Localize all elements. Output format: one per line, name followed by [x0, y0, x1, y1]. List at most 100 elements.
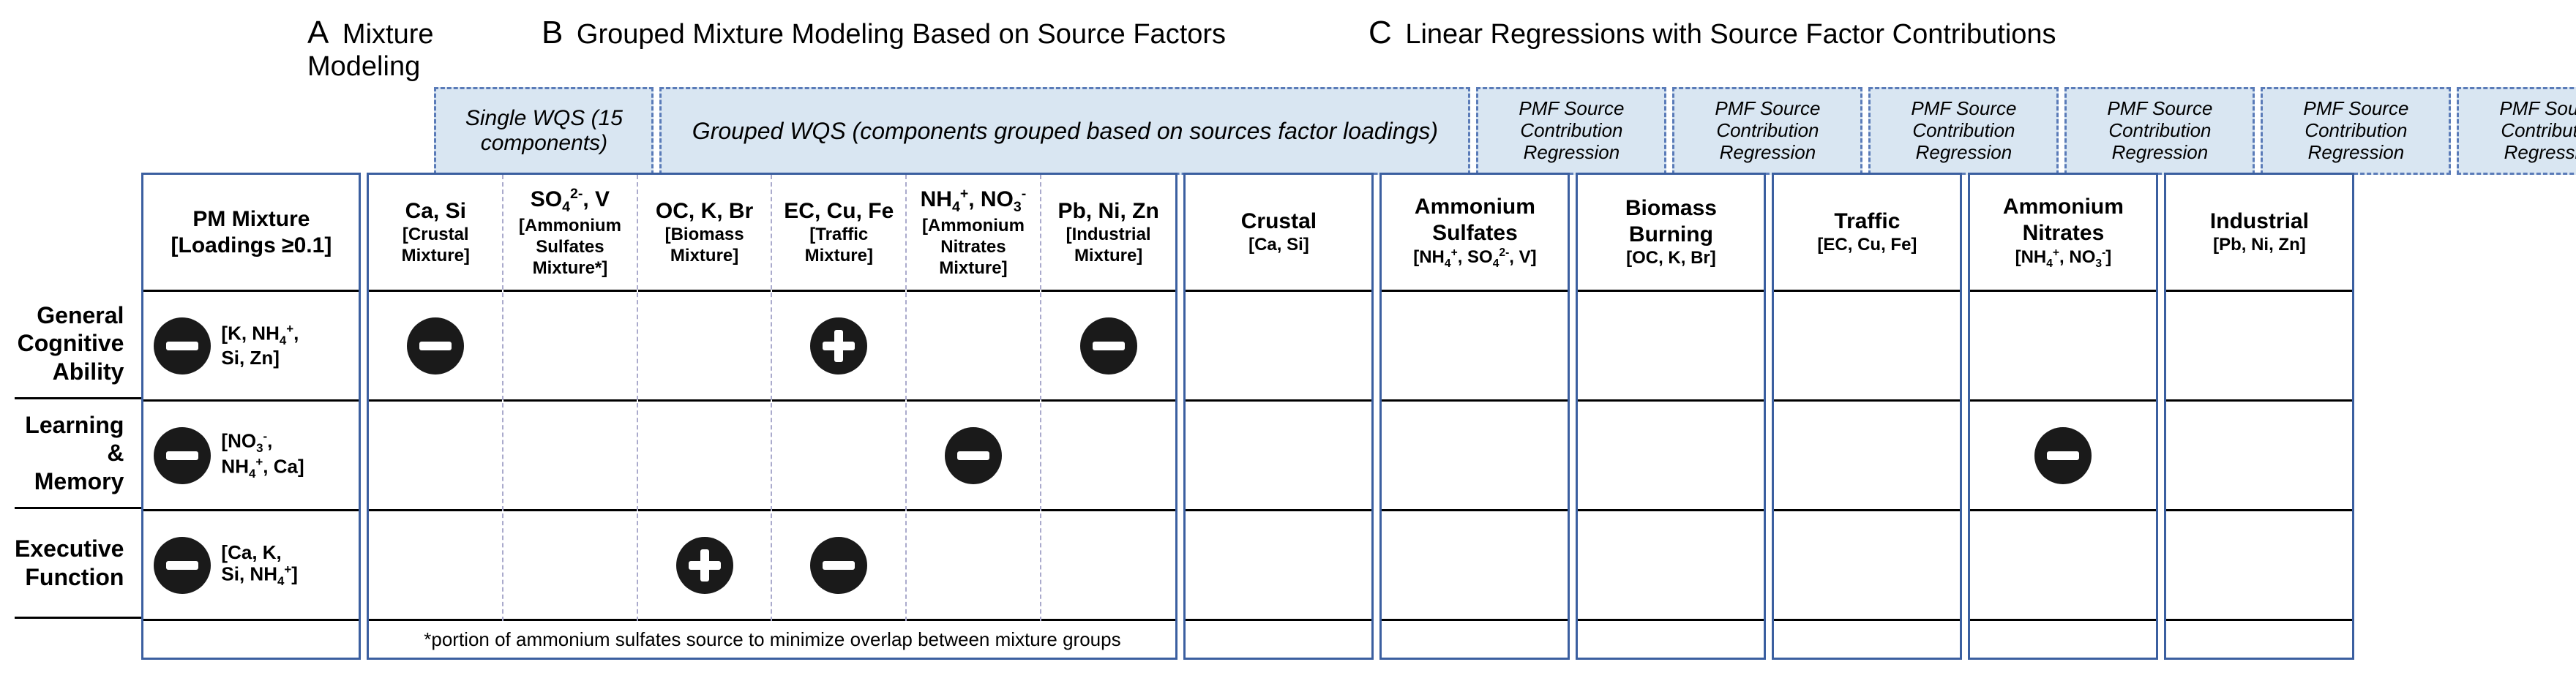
head-c3: Biomass Burning [OC, K, Br] — [1578, 175, 1764, 292]
cell-b5-r2 — [907, 402, 1040, 511]
cell-b5-r1 — [907, 292, 1040, 402]
plus-icon — [810, 317, 867, 375]
minus-icon — [154, 427, 211, 484]
col-c-industrial: Industrial [Pb, Ni, Zn] — [2164, 173, 2354, 660]
col-head-pm-title: PM Mixture — [192, 206, 310, 233]
minus-icon — [1080, 317, 1137, 375]
minus-icon — [154, 537, 211, 594]
plus-icon — [676, 537, 733, 594]
section-b-letter: B — [542, 15, 563, 50]
head-b5-s: [Ammonium Nitrates Mixture] — [911, 216, 1036, 279]
pm-r3-label: [Ca, K,Si, NH4+] — [221, 542, 298, 588]
cell-c4-r1 — [1774, 292, 1960, 402]
pm-r2-label: [NO3-,NH4+, Ca] — [221, 430, 304, 481]
main-grid: General Cognitive Ability Learning & Mem… — [15, 87, 2561, 660]
row-labels-column: General Cognitive Ability Learning & Mem… — [15, 87, 141, 660]
cell-c5-r3 — [1970, 511, 2156, 621]
col-c-crustal: Crustal [Ca, Si] — [1183, 173, 1374, 660]
col-c-ammsulf: Ammonium Sulfates [NH4+, SO42-, V] — [1379, 173, 1570, 660]
cell-c6-r2 — [2166, 402, 2352, 511]
head-b1-t: Ca, Si — [405, 198, 466, 225]
head-b6-s: [Industrial Mixture] — [1046, 225, 1172, 267]
cell-c2-r3 — [1382, 511, 1568, 621]
footnote: *portion of ammonium sulfates source to … — [369, 621, 1175, 658]
head-b2: SO42-, V [Ammonium Sulfates Mixture*] — [503, 175, 637, 292]
section-c-text: Linear Regressions with Source Factor Co… — [1405, 19, 2056, 50]
subcol-ammsulf: SO42-, V [Ammonium Sulfates Mixture*] — [503, 175, 638, 621]
head-b1: Ca, Si [Crustal Mixture] — [369, 175, 502, 292]
pm-r1-label: [K, NH4+,Si, Zn] — [221, 323, 299, 369]
section-c-title: C Linear Regressions with Source Factor … — [1368, 15, 2561, 83]
head-c6-s: [Pb, Ni, Zn] — [2213, 235, 2306, 256]
subcol-biomass: OC, K, Br [Biomass Mixture] — [638, 175, 773, 621]
cell-c4-r3 — [1774, 511, 1960, 621]
cell-b1-r1 — [369, 292, 502, 402]
dashed-single-wqs: Single WQS (15 components) — [434, 87, 654, 175]
head-c5-t: Ammonium Nitrates — [1974, 194, 2152, 246]
head-b5: NH4+, NO3- [Ammonium Nitrates Mixture] — [907, 175, 1040, 292]
head-c1: Crustal [Ca, Si] — [1186, 175, 1371, 292]
dashed-pmf-1: PMF Source Contribution Regression — [1476, 87, 1666, 175]
col-head-pm-sub: [Loadings ≥0.1] — [171, 233, 332, 259]
cell-b2-r1 — [503, 292, 637, 402]
dashed-pmf-4: PMF Source Contribution Regression — [2064, 87, 2255, 175]
dashed-header-row: Single WQS (15 components) Grouped WQS (… — [434, 87, 2576, 175]
cell-c5-r1 — [1970, 292, 2156, 402]
cell-b1-r3 — [369, 511, 502, 621]
head-b4-t: EC, Cu, Fe — [784, 198, 894, 225]
head-c4-t: Traffic — [1834, 208, 1900, 235]
cell-c1-r3 — [1186, 511, 1371, 621]
head-c1-s: [Ca, Si] — [1248, 235, 1309, 256]
cell-b2-r3 — [503, 511, 637, 621]
cell-c6-r3 — [2166, 511, 2352, 621]
minus-icon — [945, 427, 1002, 484]
cell-b2-r2 — [503, 402, 637, 511]
dashed-pmf-5: PMF Source Contribution Regression — [2261, 87, 2451, 175]
minus-icon — [407, 317, 464, 375]
row-label-ef: Executive Function — [15, 509, 141, 619]
cell-b6-r1 — [1041, 292, 1176, 402]
cell-b4-r1 — [772, 292, 905, 402]
col-grouped-wqs: Ca, Si [Crustal Mixture] SO42-, V [Ammon… — [367, 173, 1177, 660]
col-c-biomass: Biomass Burning [OC, K, Br] — [1576, 173, 1766, 660]
dashed-grouped-wqs: Grouped WQS (components grouped based on… — [659, 87, 1470, 175]
grid-body: Single WQS (15 components) Grouped WQS (… — [141, 87, 2576, 660]
cell-pm-r1: [K, NH4+,Si, Zn] — [143, 292, 359, 402]
section-b-title: B Grouped Mixture Modeling Based on Sour… — [542, 15, 1368, 83]
minus-icon — [154, 317, 211, 375]
dashed-pmf-6: PMF Source Contribution Regression — [2457, 87, 2576, 175]
col-c-ammnit: Ammonium Nitrates [NH4+, NO3-] — [1968, 173, 2158, 660]
minus-icon — [2034, 427, 2092, 484]
cell-c2-r2 — [1382, 402, 1568, 511]
head-c3-s: [OC, K, Br] — [1626, 248, 1716, 269]
col-head-pm: PM Mixture [Loadings ≥0.1] — [143, 175, 359, 292]
head-c5-s: [NH4+, NO3-] — [2015, 246, 2112, 271]
minus-icon — [810, 537, 867, 594]
head-b4-s: [Traffic Mixture] — [776, 225, 901, 267]
section-b-text: Grouped Mixture Modeling Based on Source… — [577, 19, 1226, 50]
section-c-letter: C — [1368, 15, 1392, 50]
head-b3-s: [Biomass Mixture] — [643, 225, 767, 267]
cell-c3-r1 — [1578, 292, 1764, 402]
col-c-traffic: Traffic [EC, Cu, Fe] — [1772, 173, 1962, 660]
head-b6-t: Pb, Ni, Zn — [1057, 198, 1158, 225]
section-title-row: A Mixture Modeling B Grouped Mixture Mod… — [307, 15, 2561, 83]
subcol-ammnit: NH4+, NO3- [Ammonium Nitrates Mixture] — [907, 175, 1041, 621]
row-label-lm: Learning & Memory — [15, 399, 141, 509]
head-c2-s: [NH4+, SO42-, V] — [1413, 246, 1536, 271]
cell-c4-r2 — [1774, 402, 1960, 511]
head-c5: Ammonium Nitrates [NH4+, NO3-] — [1970, 175, 2156, 292]
head-c2-t: Ammonium Sulfates — [1386, 194, 1563, 246]
subcol-crustal: Ca, Si [Crustal Mixture] — [369, 175, 503, 621]
solid-columns-row: PM Mixture [Loadings ≥0.1] [K, NH4+,Si, … — [141, 173, 2576, 660]
cell-b6-r2 — [1041, 402, 1176, 511]
dashed-pmf-3: PMF Source Contribution Regression — [1868, 87, 2059, 175]
head-c6-t: Industrial — [2210, 208, 2309, 235]
cell-c2-r1 — [1382, 292, 1568, 402]
cell-pm-r2: [NO3-,NH4+, Ca] — [143, 402, 359, 511]
head-c6: Industrial [Pb, Ni, Zn] — [2166, 175, 2352, 292]
cell-c1-r1 — [1186, 292, 1371, 402]
cell-c6-r1 — [2166, 292, 2352, 402]
cell-c1-r2 — [1186, 402, 1371, 511]
head-c4-s: [EC, Cu, Fe] — [1817, 235, 1917, 256]
